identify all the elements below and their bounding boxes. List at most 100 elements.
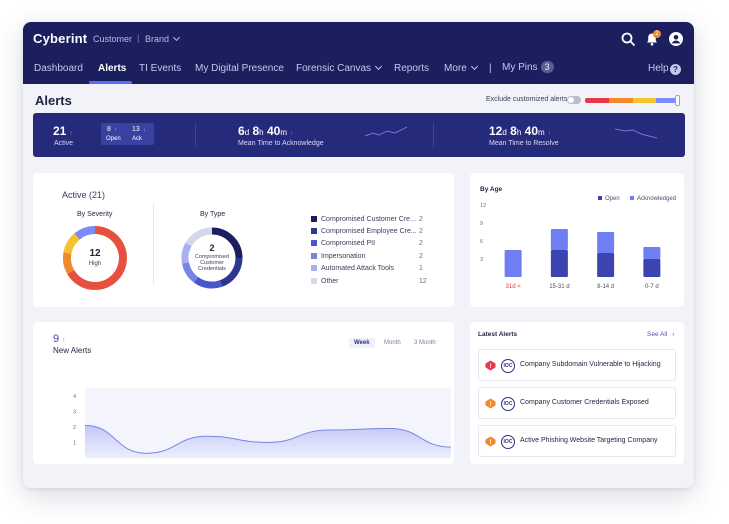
user-avatar-icon[interactable] (668, 31, 684, 47)
help-icon[interactable]: ? (670, 64, 681, 75)
brand-label[interactable]: Brand (145, 34, 169, 44)
legend-count: 2 (419, 216, 423, 223)
legend-swatch (311, 240, 317, 246)
y-tick-label: 4 (73, 394, 76, 400)
latest-alert-text: Company Customer Credentials Exposed (520, 399, 649, 406)
nav-dashboard[interactable]: Dashboard (34, 63, 83, 74)
mtta-value: 6d 8h 40m ↑ (238, 124, 293, 138)
chevron-right-icon[interactable]: › (672, 331, 674, 338)
nav-reports[interactable]: Reports (394, 63, 429, 74)
nav-ti-events[interactable]: TI Events (139, 63, 181, 74)
type-legend-item[interactable]: Compromised Employee Cre... 2 (311, 228, 423, 235)
nav-active-indicator (89, 81, 132, 84)
x-tick-label: 0-7 d (645, 284, 659, 290)
active-value: 21 (53, 124, 67, 138)
legend-swatch (311, 265, 317, 271)
unit-days: d (244, 128, 250, 137)
severity-slice-info[interactable] (74, 225, 96, 240)
help-link[interactable]: Help (648, 63, 669, 74)
severity-filter-bar[interactable] (585, 98, 680, 103)
bar-acknowledged[interactable] (550, 229, 568, 250)
latest-alerts-card: Latest Alerts See All › ! IOC Company Sub… (470, 322, 684, 464)
type-slice-pii[interactable] (193, 276, 223, 289)
nav-alerts[interactable]: Alerts (98, 63, 126, 74)
legend-label: Other (321, 278, 339, 285)
severity-segment-critical[interactable] (585, 98, 609, 103)
severity-slider-handle[interactable] (675, 95, 680, 106)
bar-open[interactable] (643, 259, 661, 277)
nav-my-pins[interactable]: My Pins 3 (502, 61, 554, 73)
tab-week[interactable]: Week (349, 338, 375, 348)
tab-month[interactable]: Month (379, 338, 406, 348)
bar-acknowledged[interactable] (597, 232, 615, 253)
notification-badge[interactable]: 2 (653, 30, 661, 38)
divider (433, 123, 434, 147)
exclude-customized-toggle[interactable] (567, 96, 581, 104)
active-label: Active (54, 140, 74, 147)
severity-segment-medium[interactable] (632, 98, 657, 103)
new-alerts-count: 9 ↑ (53, 333, 66, 345)
latest-alert-item[interactable]: ! IOC Company Customer Credentials Expos… (478, 387, 676, 419)
app-logo[interactable]: Cyberint (33, 31, 87, 46)
latest-alert-item[interactable]: ! IOC Company Subdomain Vulnerable to Hi… (478, 349, 676, 381)
legend-swatch (311, 216, 317, 222)
x-tick-label: 31d < (506, 284, 522, 290)
stats-banner: 21 ↑ Active 8 ↑ Open 13 ↓ Ack 6d 8h 40m ↑ Me… (33, 113, 685, 157)
forensic-canvas-label[interactable]: Forensic Canvas (296, 63, 371, 74)
legend-count: 12 (419, 278, 427, 285)
chevron-down-icon[interactable] (470, 62, 478, 71)
by-age-title: By Age (480, 186, 503, 193)
type-legend-item[interactable]: Automated Attack Tools 1 (311, 265, 423, 272)
nav-forensic-canvas[interactable]: Forensic Canvas (296, 62, 383, 74)
breadcrumb-customer[interactable]: Customer (93, 34, 132, 44)
latest-alert-item[interactable]: ! IOC Active Phishing Website Targeting … (478, 425, 676, 457)
mttr-value: 12d 8h 40m ↑ (489, 124, 551, 138)
trend-down-icon: ↓ (142, 127, 146, 133)
chevron-down-icon[interactable] (374, 62, 383, 71)
mtta-label: Mean Time to Acknowledge (238, 140, 324, 147)
unit-hours: h (516, 128, 522, 137)
bar-acknowledged[interactable] (643, 247, 661, 259)
open-ack-box[interactable]: 8 ↑ Open 13 ↓ Ack (101, 123, 154, 145)
active-count: 21 ↑ (53, 124, 72, 138)
more-label[interactable]: More (444, 63, 467, 74)
severity-center-value: 12 (89, 248, 101, 259)
see-all-label[interactable]: See All (647, 331, 667, 338)
bar-acknowledged[interactable] (504, 250, 522, 277)
mttr-label: Mean Time to Resolve (489, 140, 559, 147)
new-alerts-chart[interactable]: 4321Dec 27Dec 28Dec 29Dec 30Dec 31Jan 01… (33, 362, 454, 462)
severity-segment-high[interactable] (608, 98, 633, 103)
breadcrumb-separator: | (137, 33, 140, 43)
tab-3-month[interactable]: 3 Month (409, 338, 441, 348)
nav-my-digital-presence[interactable]: My Digital Presence (195, 63, 284, 74)
type-legend-item[interactable]: Other 12 (311, 278, 427, 285)
search-icon[interactable] (620, 31, 636, 47)
chevron-down-icon[interactable] (172, 33, 181, 42)
unit-hours: h (259, 128, 264, 137)
ack-label: Ack (132, 136, 143, 142)
type-center-label-line: Credentials (198, 266, 226, 272)
see-all-link[interactable]: See All › (647, 331, 674, 338)
type-legend-item[interactable]: Compromised PII 2 (311, 240, 423, 247)
bar-open[interactable] (597, 253, 615, 277)
nav-more[interactable]: More (444, 62, 478, 74)
bar-open[interactable] (550, 250, 568, 277)
unit-minutes: m (280, 128, 287, 137)
y-tick-label: 2 (73, 425, 76, 431)
nav-separator: | (489, 63, 492, 74)
breadcrumb-brand[interactable]: Brand (145, 33, 181, 44)
by-type-title: By Type (200, 211, 226, 218)
by-age-chart[interactable]: 12 9 6 3 31d < 15-31 d 8-14 d 0-7 d (470, 203, 684, 303)
ioc-badge: IOC (501, 397, 515, 411)
mttr-minutes: 40 (524, 124, 538, 138)
app-window: Cyberint Customer | Brand 2 Dashboard Al… (23, 22, 694, 488)
x-tick-label: 8-14 d (597, 284, 614, 290)
type-legend-item[interactable]: Impersonation 2 (311, 253, 423, 260)
legend-label: Automated Attack Tools (321, 265, 395, 272)
page-title: Alerts (35, 93, 72, 108)
trend-up-icon: ↑ (547, 131, 551, 137)
my-pins-label[interactable]: My Pins (502, 62, 538, 73)
by-severity-title: By Severity (77, 211, 113, 218)
type-legend-item[interactable]: Compromised Customer Cre... 2 (311, 216, 423, 223)
mttr-sparkline (615, 128, 657, 139)
